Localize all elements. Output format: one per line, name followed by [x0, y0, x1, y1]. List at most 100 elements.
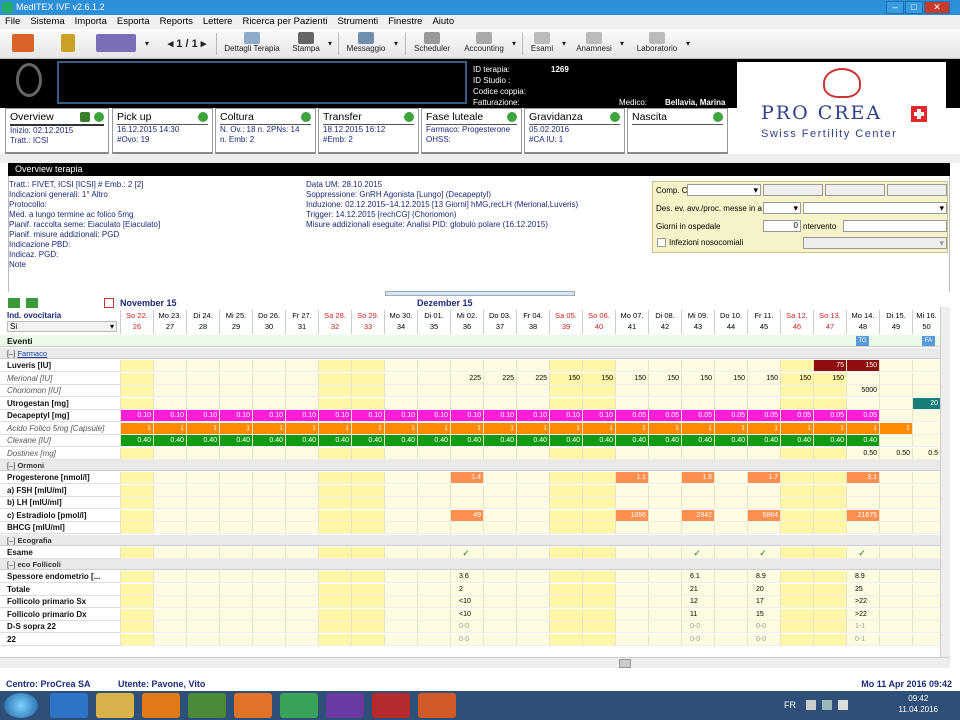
tab-transfer[interactable]: Transfer 18.12.2015 16:12 #Emb: 2: [318, 108, 419, 154]
cell-acido[interactable]: 1: [450, 422, 483, 435]
cell-merional[interactable]: [417, 372, 450, 385]
cell-lh[interactable]: [912, 497, 940, 509]
cell-utrogestan[interactable]: [615, 397, 648, 410]
cell-ds[interactable]: 0-0: [450, 621, 483, 633]
menu-ricerca[interactable]: Ricerca per Pazienti: [242, 15, 327, 29]
cell-spessore[interactable]: 3.6: [450, 571, 483, 583]
cell-clexane[interactable]: 0.40: [252, 435, 285, 447]
eventi-row[interactable]: Eventi TG FA: [0, 335, 940, 347]
cell-spessore[interactable]: [252, 571, 285, 583]
cell-luveris[interactable]: [549, 360, 582, 372]
cell-ds[interactable]: [384, 621, 417, 633]
cell-merional[interactable]: [846, 372, 879, 385]
cell-estradiolo[interactable]: [417, 509, 450, 522]
menu-reports[interactable]: Reports: [160, 15, 193, 29]
cell-estradiolo[interactable]: 21675: [846, 509, 879, 522]
cell-fsx[interactable]: [813, 596, 846, 608]
dettagli-terapia-button[interactable]: Dettagli Terapia: [222, 31, 282, 57]
cell-spessore[interactable]: 8.9: [747, 571, 780, 583]
cell-merional[interactable]: [285, 372, 318, 385]
cell-clexane[interactable]: 0.40: [813, 435, 846, 447]
cell-choriomon[interactable]: [318, 385, 351, 397]
cell-lh[interactable]: [285, 497, 318, 509]
menu-esporta[interactable]: Esporta: [117, 15, 150, 29]
collapse-icon[interactable]: [–]: [7, 349, 17, 358]
cell-dostinex[interactable]: [417, 447, 450, 460]
cell-esame[interactable]: [351, 546, 384, 559]
cell-dostinex[interactable]: [450, 447, 483, 460]
app2-taskbar-icon[interactable]: [326, 693, 364, 718]
cell-dostinex[interactable]: [153, 447, 186, 460]
cell-luveris[interactable]: 150: [846, 360, 879, 372]
cell-n22[interactable]: [516, 633, 549, 646]
cell-progesterone[interactable]: [318, 472, 351, 484]
cell-fdx[interactable]: [285, 608, 318, 621]
cell-totale[interactable]: 2: [450, 583, 483, 596]
tab-coltura[interactable]: Coltura N. Ov.: 18 n. 2PNs: 14 n. Emb: 2: [215, 108, 316, 154]
cell-esame[interactable]: ✓: [450, 546, 483, 559]
cell-merional[interactable]: [186, 372, 219, 385]
cell-lh[interactable]: [483, 497, 516, 509]
cell-progesterone[interactable]: 1.4: [450, 472, 483, 484]
cell-clexane[interactable]: [912, 435, 940, 447]
cell-fsh[interactable]: [351, 484, 384, 497]
cell-spessore[interactable]: [549, 571, 582, 583]
cell-n22[interactable]: [879, 633, 912, 646]
menu-strumenti[interactable]: Strumenti: [337, 15, 378, 29]
cell-choriomon[interactable]: [714, 385, 747, 397]
giorni-input[interactable]: 0: [763, 220, 801, 232]
cell-fdx[interactable]: [120, 608, 153, 621]
cell-dostinex[interactable]: [714, 447, 747, 460]
cell-ds[interactable]: [879, 621, 912, 633]
cell-dostinex[interactable]: [186, 447, 219, 460]
cell-estradiolo[interactable]: [120, 509, 153, 522]
cell-esame[interactable]: [912, 546, 940, 559]
cell-fsx[interactable]: <10: [450, 596, 483, 608]
cell-acido[interactable]: 1: [747, 422, 780, 435]
cell-acido[interactable]: 1: [153, 422, 186, 435]
cell-utrogestan[interactable]: [648, 397, 681, 410]
cell-fsx[interactable]: [120, 596, 153, 608]
cell-fsx[interactable]: >22: [846, 596, 879, 608]
cell-luveris[interactable]: [120, 360, 153, 372]
cell-n22[interactable]: [615, 633, 648, 646]
cell-acido[interactable]: 1: [252, 422, 285, 435]
cell-acido[interactable]: 1: [879, 422, 912, 435]
cell-dostinex[interactable]: 0.50: [846, 447, 879, 460]
cell-utrogestan[interactable]: [285, 397, 318, 410]
menu-importa[interactable]: Importa: [75, 15, 107, 29]
cell-estradiolo[interactable]: [582, 509, 615, 522]
cell-merional[interactable]: 150: [714, 372, 747, 385]
cell-clexane[interactable]: 0.40: [681, 435, 714, 447]
cell-fsh[interactable]: [879, 484, 912, 497]
intervento-input[interactable]: [843, 220, 947, 232]
cell-merional[interactable]: 225: [450, 372, 483, 385]
add-green-icon[interactable]: [8, 298, 20, 308]
cell-progesterone[interactable]: [648, 472, 681, 484]
cell-n22[interactable]: 0-0: [450, 633, 483, 646]
cell-progesterone[interactable]: 3.1: [846, 472, 879, 484]
cell-merional[interactable]: [318, 372, 351, 385]
cell-acido[interactable]: 1: [318, 422, 351, 435]
cell-lh[interactable]: [153, 497, 186, 509]
cell-fdx[interactable]: <10: [450, 608, 483, 621]
cell-spessore[interactable]: [219, 571, 252, 583]
cell-esame[interactable]: [417, 546, 450, 559]
date-column[interactable]: Sa 05. 39: [549, 310, 582, 334]
chrome-taskbar-icon[interactable]: [188, 693, 226, 718]
date-column[interactable]: Di 24. 28: [186, 310, 219, 334]
cell-ds[interactable]: [153, 621, 186, 633]
cell-progesterone[interactable]: 1.1: [615, 472, 648, 484]
cell-progesterone[interactable]: [120, 472, 153, 484]
des-select[interactable]: ▾: [763, 202, 801, 214]
cell-progesterone[interactable]: [549, 472, 582, 484]
cell-bhcg[interactable]: [120, 522, 153, 534]
date-column[interactable]: Mi 25. 29: [219, 310, 252, 334]
start-button[interactable]: [4, 693, 38, 718]
tab-overview[interactable]: Overview Inizio: 02.12.2015 Tratt.: ICSI: [5, 108, 109, 154]
cell-decapeptyl[interactable]: 0.05: [747, 410, 780, 422]
outlook-taskbar-icon[interactable]: [234, 693, 272, 718]
cell-estradiolo[interactable]: [549, 509, 582, 522]
cell-spessore[interactable]: [516, 571, 549, 583]
cell-choriomon[interactable]: [582, 385, 615, 397]
